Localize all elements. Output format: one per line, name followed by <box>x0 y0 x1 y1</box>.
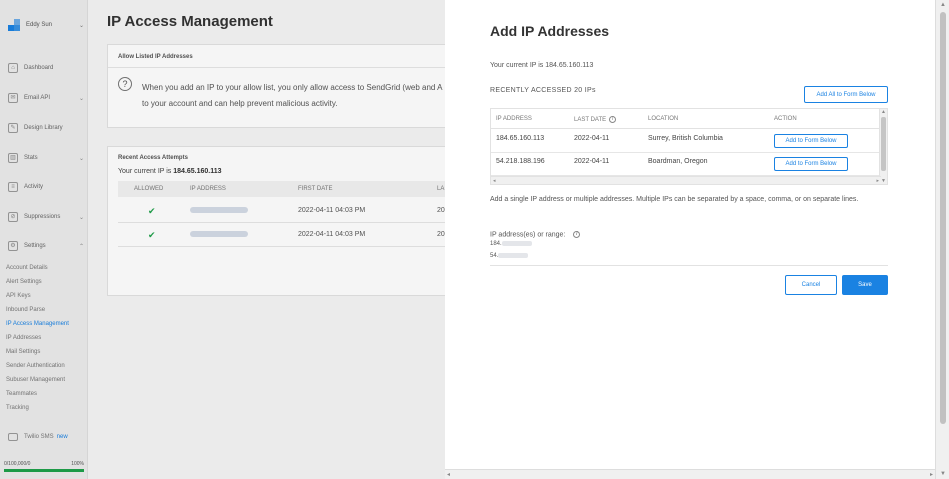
ip-field-value[interactable]: 184. <box>490 241 532 247</box>
scroll-up-icon[interactable]: ▲ <box>940 2 946 8</box>
col-action: ACTION <box>774 116 797 122</box>
help-text: Add a single IP address or multiple addr… <box>490 196 859 203</box>
ip-field-value[interactable]: 54. <box>490 253 529 260</box>
scroll-left-icon[interactable]: ◂ <box>493 178 496 184</box>
col-last-date: LAST DATE i <box>574 116 617 124</box>
ip-value-prefix: 54. <box>490 253 499 260</box>
row-location: Boardman, Oregon <box>648 158 708 165</box>
scrollbar-thumb[interactable] <box>940 12 946 424</box>
panel-horizontal-scrollbar[interactable]: ◂ ▸ <box>445 469 935 479</box>
scrollbar-thumb[interactable] <box>881 117 886 171</box>
table-vertical-scrollbar[interactable]: ▲ ▼ <box>879 109 887 184</box>
window-vertical-scrollbar[interactable]: ▲ ▼ <box>935 0 949 479</box>
col-location: LOCATION <box>648 116 679 122</box>
row-last-date: 2022-04-11 <box>574 158 610 165</box>
info-icon[interactable]: i <box>609 116 617 123</box>
modal-title: Add IP Addresses <box>490 23 610 39</box>
modal-backdrop[interactable] <box>0 0 445 479</box>
scroll-right-icon[interactable]: ▸ <box>876 178 879 184</box>
row-ip: 54.218.188.196 <box>496 158 545 165</box>
redacted-text <box>501 241 532 246</box>
table-row: 54.218.188.196 2022-04-11 Boardman, Oreg… <box>491 153 881 176</box>
cancel-button[interactable]: Cancel <box>785 275 837 295</box>
recent-ips-title: RECENTLY ACCESSED 20 IPs <box>490 87 596 94</box>
modal-current-ip: Your current IP is 184.65.160.113 <box>490 62 594 69</box>
info-icon[interactable]: i <box>573 231 581 238</box>
col-last-date-label: LAST DATE <box>574 117 607 124</box>
row-location: Surrey, British Columbia <box>648 135 723 142</box>
scroll-right-icon[interactable]: ▸ <box>930 471 933 478</box>
ip-field-label-text: IP address(es) or range: <box>490 231 566 239</box>
scroll-up-icon[interactable]: ▲ <box>881 109 886 115</box>
scroll-down-icon[interactable]: ▼ <box>881 178 886 184</box>
row-ip: 184.65.160.113 <box>496 135 545 142</box>
scroll-down-icon[interactable]: ▼ <box>940 471 946 477</box>
add-all-button[interactable]: Add All to Form Below <box>804 86 888 103</box>
scroll-left-icon[interactable]: ◂ <box>447 471 450 478</box>
ip-field-label: IP address(es) or range: i <box>490 231 581 239</box>
table-row: 184.65.160.113 2022-04-11 Surrey, Britis… <box>491 130 881 153</box>
row-last-date: 2022-04-11 <box>574 135 610 142</box>
table-header: IP ADDRESS LAST DATE i LOCATION ACTION <box>491 109 881 129</box>
add-ip-panel: Add IP Addresses Your current IP is 184.… <box>445 0 935 479</box>
field-underline <box>490 265 888 266</box>
save-button[interactable]: Save <box>842 275 888 295</box>
col-ip-address: IP ADDRESS <box>496 116 532 122</box>
redacted-text <box>498 253 529 258</box>
add-to-form-button[interactable]: Add to Form Below <box>774 134 848 148</box>
table-horizontal-scrollbar[interactable]: ◂ ▸ <box>491 176 881 184</box>
add-to-form-button[interactable]: Add to Form Below <box>774 157 848 171</box>
recent-ips-table: IP ADDRESS LAST DATE i LOCATION ACTION 18… <box>490 108 888 185</box>
ip-value-prefix: 184. <box>490 241 502 248</box>
